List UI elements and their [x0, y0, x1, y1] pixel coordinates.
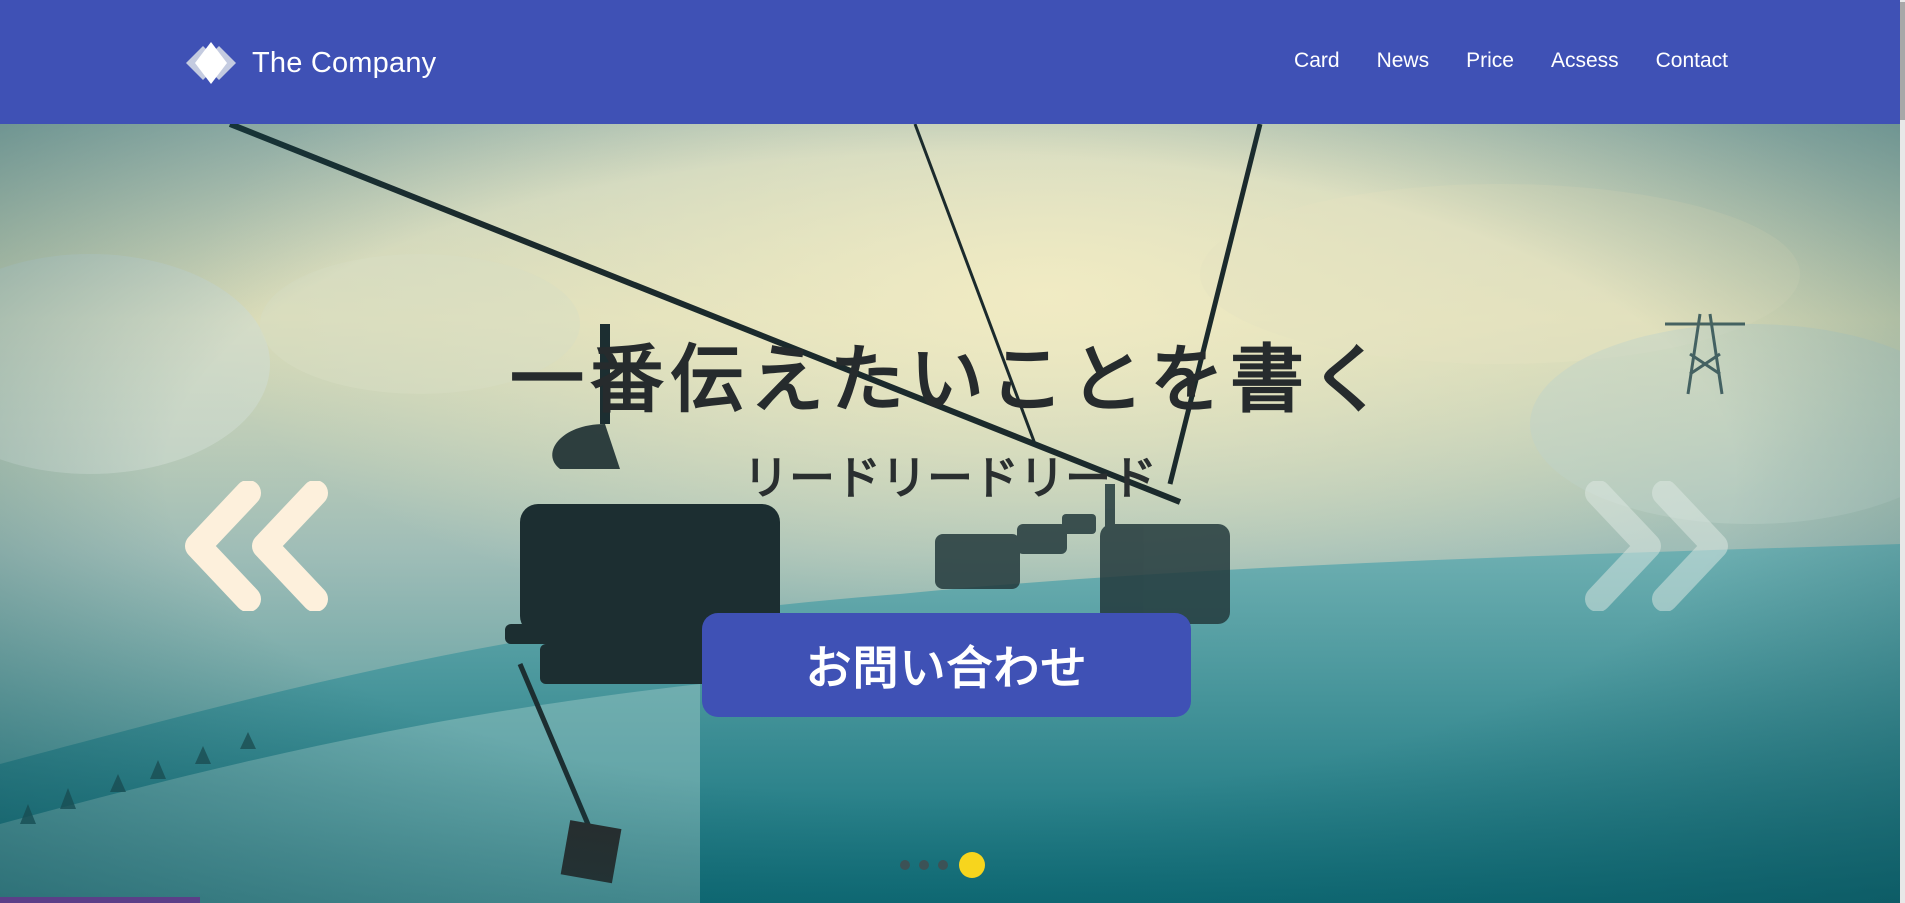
diamond-logo-icon	[178, 38, 244, 88]
bottom-accent-bar	[0, 897, 200, 903]
contact-cta-button[interactable]: お問い合わせ	[702, 613, 1191, 717]
nav-item-contact[interactable]: Contact	[1656, 46, 1728, 76]
nav-item-card[interactable]: Card	[1294, 46, 1340, 76]
hero-title: 一番伝えたいことを書く	[510, 337, 1390, 423]
nav-item-price[interactable]: Price	[1466, 46, 1514, 76]
double-chevron-right-icon[interactable]	[1573, 480, 1733, 612]
scrollbar-thumb[interactable]	[1900, 2, 1905, 120]
site-header: The Company Card News Price Acsess Conta…	[0, 0, 1900, 124]
slider-pagination	[900, 852, 985, 878]
page-scrollbar[interactable]	[1900, 0, 1905, 903]
slide-dot-2[interactable]	[919, 860, 929, 870]
logo-link[interactable]: The Company	[178, 38, 436, 88]
nav-item-acsess[interactable]: Acsess	[1551, 46, 1619, 76]
hero-slider: 一番伝えたいことを書く リードリードリード お問い合わせ	[0, 124, 1900, 903]
nav-item-news[interactable]: News	[1377, 46, 1430, 76]
double-chevron-left-icon[interactable]	[180, 480, 340, 612]
slide-dot-4-active[interactable]	[959, 852, 985, 878]
page: The Company Card News Price Acsess Conta…	[0, 0, 1905, 903]
slide-dot-1[interactable]	[900, 860, 910, 870]
main-nav: Card News Price Acsess Contact	[1257, 46, 1728, 76]
logo-text: The Company	[252, 46, 437, 79]
slide-dot-3[interactable]	[938, 860, 948, 870]
